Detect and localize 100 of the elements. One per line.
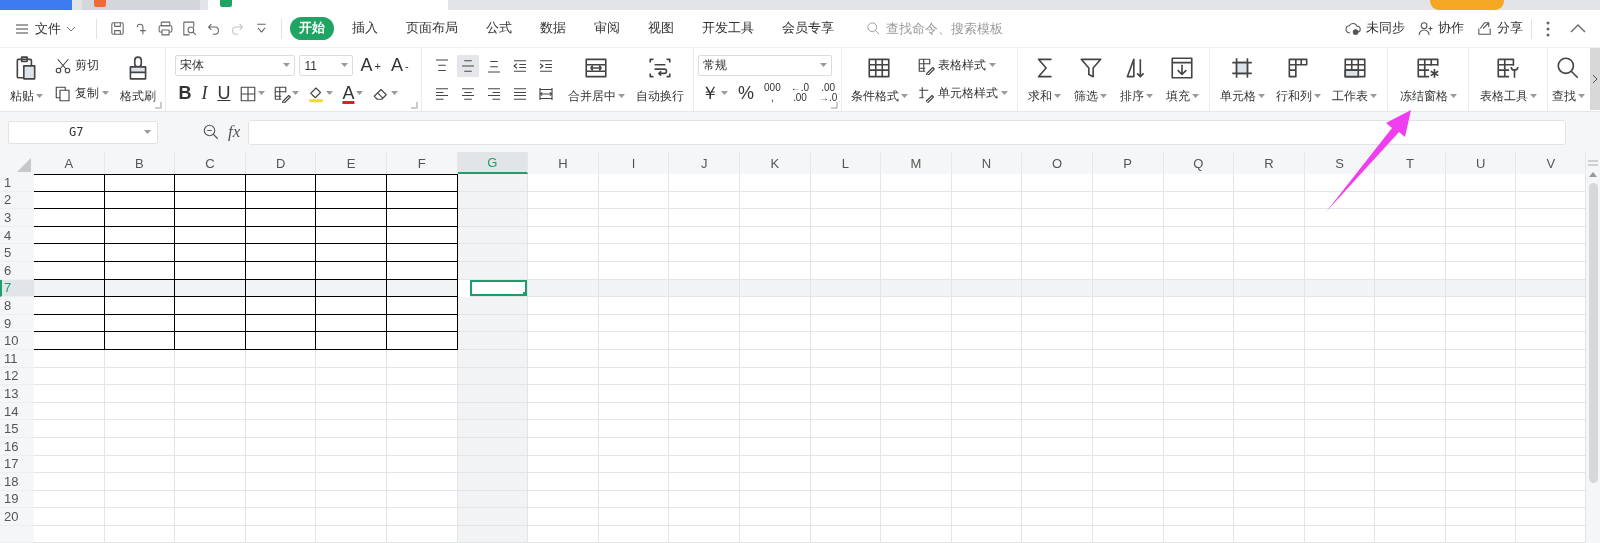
copy-button[interactable]: 复制 [53, 82, 109, 105]
font-color-button[interactable]: A [339, 82, 367, 105]
document-tab[interactable] [208, 0, 448, 10]
caret-icon [292, 91, 300, 96]
paste-button[interactable]: 粘贴 [9, 54, 43, 105]
wrap-button[interactable]: 自动换行 [635, 54, 684, 105]
ribbon-tab[interactable]: 开发工具 [692, 17, 764, 40]
row-header[interactable]: 10 [0, 332, 34, 350]
sheet-button[interactable]: 工作表 [1332, 54, 1378, 105]
add-user-icon [1417, 20, 1434, 37]
row-header[interactable]: 1 [0, 174, 34, 192]
scroll-up-icon [1589, 172, 1597, 177]
format-button[interactable]: % [735, 82, 757, 104]
name-box[interactable]: G7 [8, 120, 158, 144]
caret-icon [101, 91, 109, 96]
ribbon-tab[interactable]: 数据 [530, 17, 576, 40]
more-icon[interactable] [1546, 20, 1550, 37]
caret-icon [1314, 93, 1321, 99]
column-header[interactable]: B [104, 152, 176, 174]
row-header[interactable]: 8 [0, 297, 34, 315]
scissors-button[interactable]: 剪切 [53, 54, 99, 77]
sort-button[interactable]: 排序 [1119, 54, 1153, 105]
column-header[interactable]: Q [1163, 152, 1235, 174]
column-header[interactable]: U [1445, 152, 1517, 174]
number-format-button[interactable]: 000 , [761, 83, 784, 103]
caret-icon [1257, 93, 1265, 99]
column-header[interactable]: N [951, 152, 1023, 174]
scissors-icon [53, 56, 72, 75]
column-header[interactable]: K [739, 152, 811, 174]
print-icon [156, 20, 174, 37]
cell-pen-button[interactable]: 单元格样式 [917, 82, 1009, 105]
ribbon-tab[interactable]: 页面布局 [396, 17, 468, 40]
caret-icon [1054, 93, 1062, 99]
ribbon-tab[interactable]: 公式 [476, 17, 522, 40]
dropdown-field[interactable]: 宋体 [175, 55, 296, 76]
collapse-icon[interactable] [1570, 24, 1586, 33]
caret-icon [35, 93, 43, 99]
table-pen-icon [273, 84, 292, 103]
column-header[interactable]: R [1234, 152, 1305, 174]
function-label[interactable]: fx [228, 122, 241, 142]
column-header[interactable]: H [528, 152, 599, 174]
search-button[interactable]: 查找 [1551, 54, 1585, 105]
border-icon [239, 84, 258, 103]
command-search-field[interactable]: 查找命令、搜索模板 [866, 20, 1028, 37]
add-user-button[interactable]: 协作 [1417, 20, 1464, 37]
row-header[interactable]: 18 [0, 473, 34, 491]
ribbon-tab[interactable]: 会员专享 [772, 17, 844, 40]
caret-icon [326, 91, 334, 96]
column-header[interactable]: M [881, 152, 952, 174]
scrollbar-thumb[interactable] [1588, 183, 1598, 483]
row-column-button[interactable]: 行和列 [1276, 54, 1321, 105]
row-header[interactable]: 3 [0, 209, 34, 227]
caret-icon [1191, 93, 1199, 99]
caret-icon [989, 63, 997, 68]
number-format-button[interactable]: .00 →.0 [816, 83, 841, 103]
ribbon-tab[interactable]: 插入 [342, 17, 388, 40]
row-header[interactable]: 5 [0, 244, 34, 262]
dropdown-field[interactable]: 常规 [698, 55, 832, 76]
share-icon [1476, 20, 1493, 37]
column-header[interactable]: C [175, 152, 246, 174]
filter-button[interactable]: 筛选 [1074, 54, 1108, 105]
cloud-button[interactable]: 未同步 [1345, 20, 1405, 37]
column-header[interactable]: I [598, 152, 670, 174]
ribbon-tab[interactable]: 视图 [638, 17, 684, 40]
dropdown-field[interactable]: 11 [299, 55, 354, 76]
file-menu[interactable]: 文件 [14, 19, 76, 38]
caret-icon [1529, 93, 1537, 99]
column-header[interactable]: D [245, 152, 317, 174]
caret-icon [356, 91, 364, 96]
row-header[interactable]: 13 [0, 385, 34, 403]
cell-button[interactable]: 单元格 [1219, 54, 1265, 105]
fill-down-button[interactable]: 填充 [1165, 54, 1199, 105]
sum-button[interactable]: 求和 [1028, 54, 1062, 105]
row-header[interactable]: 20 [0, 508, 34, 526]
formula-input[interactable] [248, 119, 1566, 145]
column-header[interactable]: E [316, 152, 387, 174]
align-middle-button[interactable] [457, 54, 480, 77]
column-header[interactable]: J [669, 152, 740, 174]
grid-button[interactable]: 条件格式 [850, 54, 908, 105]
cell-pen-icon [917, 84, 936, 103]
column-header[interactable]: O [1022, 152, 1093, 174]
table-wrench-button[interactable]: 表格工具 [1479, 54, 1537, 105]
underline-button[interactable]: U [214, 82, 234, 105]
column-header[interactable]: A [34, 152, 105, 174]
freeze-button[interactable]: 冻结窗格 [1399, 54, 1457, 105]
ribbon-tab[interactable]: 审阅 [584, 17, 630, 40]
merge-button[interactable]: 合并居中 [568, 54, 625, 105]
chevron-down-icon [66, 25, 76, 32]
column-header[interactable]: L [810, 152, 882, 174]
italic-button[interactable]: I [198, 82, 211, 105]
format-button[interactable]: ￥ [698, 82, 731, 104]
row-header[interactable]: 15 [0, 420, 34, 438]
table-pen-button[interactable]: 表格样式 [917, 54, 997, 77]
brush-button[interactable]: 格式刷 [119, 54, 156, 105]
column-header[interactable]: P [1092, 152, 1164, 174]
column-header[interactable]: F [386, 152, 458, 174]
number-format-button[interactable]: ←.0 .00 [787, 83, 813, 103]
bold-button[interactable]: B [175, 82, 195, 105]
caret-icon [618, 93, 625, 99]
share-button[interactable]: 分享 [1476, 20, 1523, 37]
